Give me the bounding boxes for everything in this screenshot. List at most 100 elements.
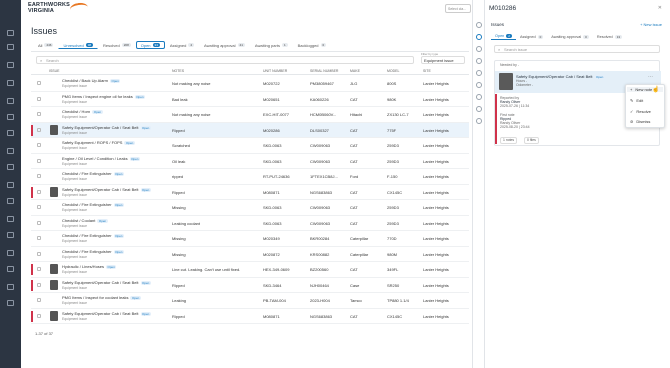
issue-thumbnail[interactable]	[50, 186, 58, 197]
panel-tab-resolved[interactable]: Resolved 13	[593, 33, 626, 40]
issue-title: PMG Items / Inspect for coolant leaks Ope…	[62, 295, 141, 300]
issue-thumbnail[interactable]	[50, 279, 58, 290]
folder-panel-icon[interactable]	[476, 70, 482, 76]
row-checkbox[interactable]	[37, 282, 41, 287]
issue-thumbnail[interactable]	[50, 124, 58, 135]
users-icon[interactable]	[7, 62, 14, 68]
issue-thumbnail[interactable]	[50, 310, 58, 321]
tab-awaiting-parts[interactable]: Awaiting parts 1	[250, 41, 293, 49]
calendar-icon[interactable]	[7, 80, 14, 86]
row-checkbox[interactable]	[37, 236, 41, 240]
issues-panel-icon[interactable]	[476, 34, 482, 40]
folder-icon[interactable]	[7, 250, 14, 256]
settings-icon[interactable]	[7, 164, 14, 170]
table-header: ISSUE NOTES UNIT NUMBER SERIAL NUMBER MA…	[31, 68, 469, 75]
clock-icon[interactable]	[7, 182, 14, 188]
panel-tab-assigned[interactable]: Assigned 0	[516, 33, 547, 40]
box-icon[interactable]	[7, 284, 14, 290]
panel-tab-awaiting-approval[interactable]: Awaiting approval 0	[547, 33, 593, 40]
tab-awaiting-approval[interactable]: Awaiting approval 41	[199, 41, 250, 49]
table-row[interactable]: Safety Equipment / ROPS / FOPS Open Equipm…	[31, 138, 469, 154]
new-issue-button[interactable]: + New issue	[640, 22, 662, 27]
col-site[interactable]: SITE	[423, 69, 431, 73]
col-issue[interactable]: ISSUE	[49, 69, 60, 73]
model: 800S	[387, 81, 397, 86]
close-panel-icon[interactable]: ✕	[658, 5, 662, 11]
issue-thumbnail[interactable]	[50, 264, 58, 274]
col-make[interactable]: MAKE	[350, 69, 360, 73]
issues-search-input[interactable]: ⌕ Search	[36, 56, 414, 64]
wrench-panel-icon[interactable]	[476, 46, 482, 52]
col-unit[interactable]: UNIT NUMBER	[263, 69, 287, 73]
map-icon[interactable]	[7, 216, 14, 222]
chart-icon[interactable]	[7, 232, 14, 238]
row-checkbox[interactable]	[37, 96, 41, 101]
panel-search-input[interactable]: ⌕ Search issue	[494, 45, 660, 53]
row-checkbox[interactable]	[37, 143, 41, 147]
table-row[interactable]: Checklist / Back Up Alarm Open Equipment i…	[31, 76, 469, 92]
row-checkbox[interactable]	[37, 127, 41, 132]
wrench-icon[interactable]	[7, 130, 14, 136]
table-row[interactable]: Checklist / Fire Extinguisher Open Equipme…	[31, 200, 469, 216]
files-chip[interactable]: 0 files	[524, 137, 539, 144]
select-class-dropdown[interactable]: Select cla...	[445, 4, 471, 13]
table-row[interactable]: Safety Equipment/Operator Cab / Seat Bel…	[31, 122, 469, 138]
home-icon[interactable]	[7, 30, 14, 36]
more-options-icon[interactable]: ⋯	[648, 74, 653, 80]
panel-tab-open[interactable]: Open 2	[491, 33, 516, 40]
table-row[interactable]: Engine / Oil Level / Condition / Leaks Op…	[31, 154, 469, 169]
table-row[interactable]: PMG Items / Inspect for coolant leaks Ope…	[31, 293, 469, 309]
tab-unresolved[interactable]: Unresolved 38	[58, 41, 99, 49]
grid-icon[interactable]	[7, 44, 14, 50]
table-row[interactable]: Checklist / Coolant Open Equipment issue Le…	[31, 216, 469, 231]
table-row[interactable]: Safety Equipment/Operator Cab / Seat Bel…	[31, 185, 469, 200]
signal-icon[interactable]	[476, 118, 482, 124]
menu-item-resolve[interactable]: ✓ Resolve	[630, 109, 651, 114]
issues-icon[interactable]	[7, 148, 14, 154]
row-checkbox[interactable]	[37, 313, 41, 318]
table-row[interactable]: Hydraulic / Lines/Hoses Open Equipment iss…	[31, 262, 469, 278]
location-icon[interactable]	[476, 106, 482, 112]
table-row[interactable]: Checklist / Fire Extinguisher Open Equipme…	[31, 169, 469, 185]
tools-icon[interactable]	[7, 300, 14, 306]
row-checkbox[interactable]	[37, 267, 41, 271]
table-row[interactable]: Checklist / Horn Open Equipment issue Not m…	[31, 107, 469, 123]
list-icon[interactable]	[7, 266, 14, 272]
tab-assigned[interactable]: Assigned 4	[165, 41, 199, 49]
info-icon[interactable]	[476, 22, 482, 28]
cart-icon[interactable]	[7, 98, 14, 104]
make: Tamco	[350, 298, 362, 303]
row-checkbox[interactable]	[37, 112, 41, 116]
row-checkbox[interactable]	[37, 174, 41, 178]
tab-open[interactable]: Open 33	[135, 41, 165, 49]
filter-type-select[interactable]: Equipment issue	[421, 56, 465, 64]
row-checkbox[interactable]	[37, 298, 41, 302]
row-checkbox[interactable]	[37, 81, 41, 85]
document-icon[interactable]	[7, 198, 14, 204]
notes-chip[interactable]: 1 notes	[500, 137, 518, 144]
tab-all[interactable]: All 246	[33, 41, 58, 49]
col-notes[interactable]: NOTES	[172, 69, 184, 73]
menu-item-edit[interactable]: ✎ Edit	[630, 98, 643, 103]
col-model[interactable]: MODEL	[387, 69, 399, 73]
truck-icon[interactable]	[7, 114, 14, 120]
fuel-icon[interactable]	[476, 94, 482, 100]
history-icon[interactable]	[476, 82, 482, 88]
check-icon[interactable]	[476, 58, 482, 64]
row-checkbox[interactable]	[37, 189, 41, 194]
row-checkbox[interactable]	[37, 251, 41, 256]
row-checkbox[interactable]	[37, 205, 41, 209]
table-row[interactable]: Safety Equipment/Operator Cab / Seat Bel…	[31, 278, 469, 293]
table-row[interactable]: PMG Items / Inspect engine oil for leaks…	[31, 92, 469, 107]
col-serial[interactable]: SERIAL NUMBER	[310, 69, 338, 73]
tab-resolved[interactable]: Resolved 208	[98, 41, 136, 49]
table-row[interactable]: Safety Equipment/Operator Cab / Seat Bel…	[31, 309, 469, 324]
table-row[interactable]: Checklist / Fire Extinguisher Open Equipme…	[31, 231, 469, 247]
row-checkbox[interactable]	[37, 220, 41, 225]
table-row[interactable]: Checklist / Fire Extinguisher Open Equipme…	[31, 247, 469, 262]
issue-photo[interactable]	[499, 73, 513, 90]
row-checkbox[interactable]	[37, 158, 41, 163]
issues-table-body: Checklist / Back Up Alarm Open Equipment i…	[31, 76, 469, 324]
tab-backlogged[interactable]: Backlogged 0	[293, 41, 332, 49]
menu-item-dismiss[interactable]: ⊘ Dismiss	[630, 119, 650, 124]
